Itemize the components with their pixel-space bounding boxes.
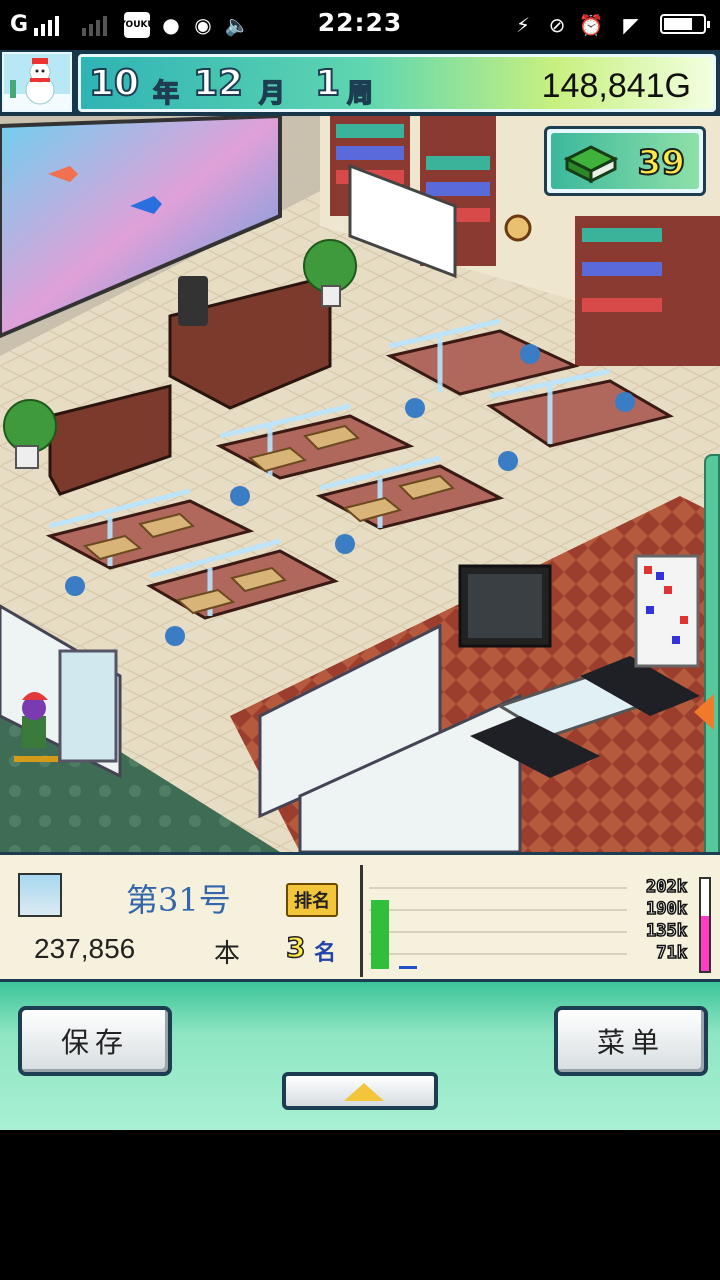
charging-icon: ⚡: [515, 13, 531, 37]
rank-unit: 名: [314, 941, 337, 966]
sales-gauge: [699, 877, 711, 973]
year-unit: 年: [152, 78, 180, 110]
chart-tick-label: 135k: [645, 920, 687, 942]
issue-number: 第31号: [126, 881, 231, 919]
hud-bar: 10 年 12 月 1 周 148,841G: [0, 50, 720, 116]
book-stock-count: 39: [637, 142, 686, 184]
chart-tick-label: 202k: [645, 876, 687, 898]
office-scene[interactable]: [0, 116, 720, 852]
snowman-avatar[interactable]: [2, 52, 72, 112]
book-stock-background: 39: [551, 133, 699, 189]
chart-tick-label: 190k: [645, 898, 687, 920]
rank-value: 3: [285, 930, 306, 965]
bottom-controls: 保存 菜单: [0, 982, 720, 1130]
chart-gridline: [369, 931, 627, 933]
magazine-info-panel[interactable]: 第31号 排名 237,856 本 3 名 202k 190k 135k 71k: [0, 852, 720, 982]
clock: 22:23: [317, 8, 403, 37]
chart-gridline: [369, 887, 627, 889]
sales-chart: 202k 190k 135k 71k: [360, 865, 717, 977]
sales-gauge-fill: [701, 915, 709, 971]
magazine-cover-thumbnail[interactable]: [18, 873, 62, 917]
money-value: 148,841G: [541, 67, 691, 105]
rank-label: 排名: [286, 883, 338, 917]
menu-button[interactable]: 菜单: [554, 1006, 708, 1076]
save-button[interactable]: 保存: [18, 1006, 172, 1076]
month-value: 12: [192, 62, 244, 105]
week-unit: 周: [346, 78, 374, 110]
up-arrow-icon: [344, 1083, 384, 1101]
chart-tick-label: 71k: [656, 942, 688, 964]
week-value: 1: [314, 62, 341, 105]
status-bar: G YOUKU ● ◉ 🔈 22:23 ⚡ ⊘ ⏰ ◤: [0, 0, 720, 50]
battery-icon: [660, 14, 710, 34]
chart-bar: [371, 900, 389, 969]
book-stock-badge[interactable]: 39: [544, 126, 706, 196]
sales-value: 237,856: [34, 933, 136, 964]
year-value: 10: [88, 62, 140, 105]
navigation-area: [0, 1130, 720, 1280]
wifi-icon: ◤: [623, 13, 639, 37]
mute-icon: ⊘: [548, 13, 566, 37]
book-icon: [563, 145, 619, 184]
alarm-icon: ⏰: [578, 13, 604, 37]
office-floor-art: [0, 116, 720, 852]
sales-unit: 本: [214, 939, 241, 969]
chart-gridline: [369, 953, 627, 955]
side-panel-tab[interactable]: [694, 694, 714, 730]
chart-gridline: [369, 909, 627, 911]
date-display: 10 年 12 月 1 周 148,841G: [78, 54, 716, 112]
expand-button[interactable]: [282, 1072, 438, 1110]
chart-bar: [399, 966, 417, 969]
month-unit: 月: [258, 78, 286, 110]
side-rail: [704, 454, 720, 852]
